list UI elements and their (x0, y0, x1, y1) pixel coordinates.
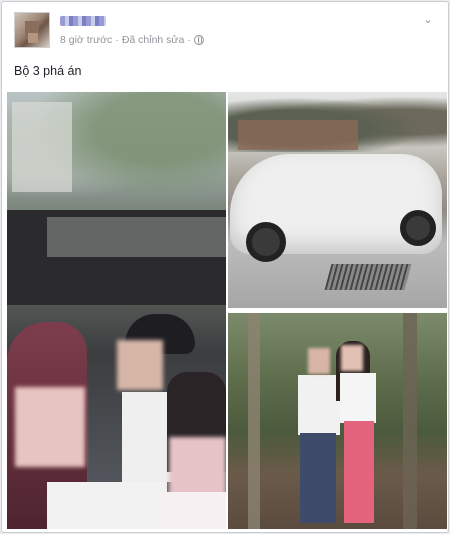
author-name-blurred[interactable] (60, 16, 106, 26)
chevron-down-icon[interactable]: ⌄ (420, 14, 436, 26)
photo-wheel (400, 210, 436, 246)
photo-wheel (246, 222, 286, 262)
photo-person (47, 482, 167, 529)
blurred-face (117, 340, 163, 390)
globe-icon[interactable] (193, 35, 204, 45)
photo-building (12, 102, 72, 192)
photo-car-selfie[interactable] (7, 92, 226, 529)
post-card: 8 giờ trước · Đã chỉnh sửa · ⌄ Bộ 3 phá … (1, 1, 449, 533)
post-header: 8 giờ trước · Đã chỉnh sửa · ⌄ (14, 12, 438, 52)
photo-person (340, 373, 376, 423)
post-text: Bộ 3 phá án (14, 64, 82, 78)
edited-label[interactable]: Đã chỉnh sửa (122, 34, 184, 46)
meta-separator: · (187, 34, 191, 46)
photo-person (344, 421, 374, 523)
photo-tree-trunk (403, 313, 417, 529)
photo-person (157, 492, 226, 529)
photo-road (47, 217, 226, 257)
photo-forest-couple[interactable] (228, 313, 447, 529)
photo-person (300, 433, 336, 523)
post-timestamp[interactable]: 8 giờ trước (60, 34, 112, 46)
blurred-face (308, 348, 330, 374)
blurred-face (169, 437, 226, 497)
meta-separator: · (115, 34, 119, 46)
photo-drain-grate (324, 264, 412, 290)
photo-wall (238, 120, 358, 150)
photo-convertible-car[interactable] (228, 92, 447, 308)
post-meta: 8 giờ trước · Đã chỉnh sửa · (60, 34, 204, 46)
photo-tree-trunk (248, 313, 260, 529)
blurred-face (15, 387, 85, 467)
avatar-blur (28, 33, 38, 43)
photo-person (298, 375, 340, 435)
blurred-face (341, 345, 363, 371)
avatar[interactable] (14, 12, 50, 48)
